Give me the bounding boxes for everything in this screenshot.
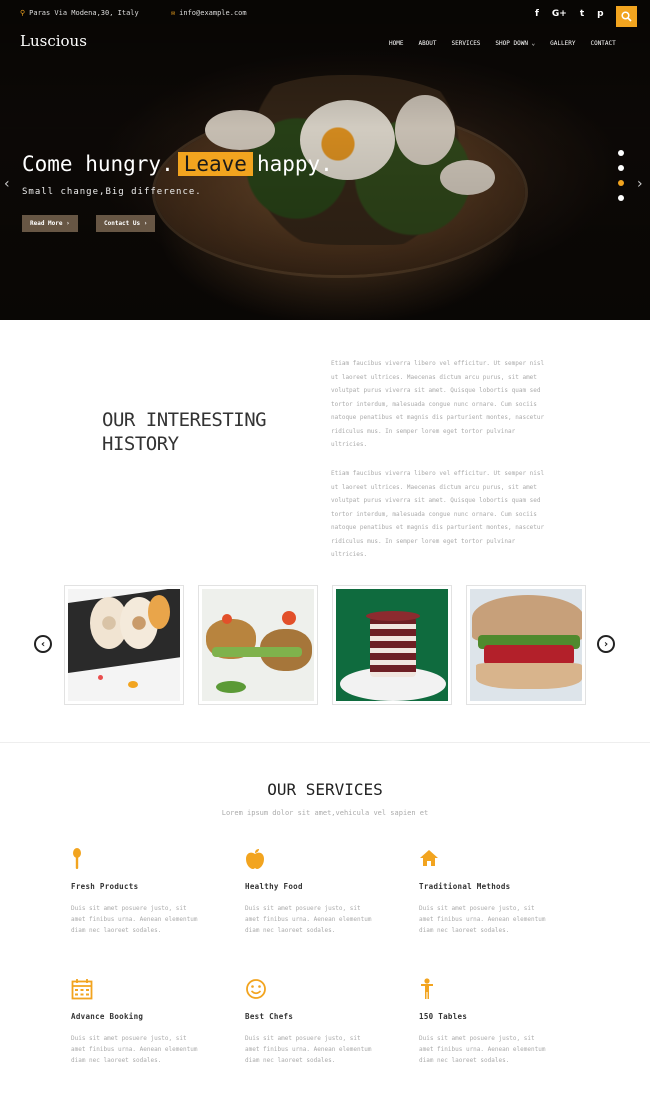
search-icon [621,11,632,22]
pinterest-icon[interactable]: p [597,9,603,19]
main-nav: HOME ABOUT SERVICES SHOP DOWN ⌄ GALLERY … [389,40,616,47]
apple-icon [245,848,375,872]
contact-us-button[interactable]: Contact Us › [96,215,156,232]
nav-gallery[interactable]: GALLERY [550,40,575,47]
person-icon [419,978,549,1002]
stacked-dish-image [336,589,448,701]
hero-title: Come hungry. Leave happy. [22,152,333,176]
email-info[interactable]: ✉ info@example.com [171,9,261,17]
nav-services[interactable]: SERVICES [452,40,481,47]
slider-dot[interactable] [618,195,624,201]
calendar-icon [71,978,201,1002]
slider-prev-icon[interactable]: ‹ [4,176,10,192]
gallery-prev-icon[interactable]: ‹ [34,635,52,653]
spoon-icon [71,848,201,872]
burger-image [470,589,582,701]
smile-icon [245,978,375,1002]
service-healthy-food: Healthy Food Duis sit amet posuere justo… [245,848,375,936]
slider-next-icon[interactable]: › [637,176,643,192]
gallery-item-donuts[interactable] [64,585,184,705]
service-best-chefs: Best Chefs Duis sit amet posuere justo, … [245,978,375,1066]
read-more-button[interactable]: Read More › [22,215,78,232]
service-150-tables: 150 Tables Duis sit amet posuere justo, … [419,978,549,1066]
hero-subtitle: Small change,Big difference. [22,187,202,197]
location-pin-icon: ⚲ [20,9,26,17]
service-fresh-products: Fresh Products Duis sit amet posuere jus… [71,848,201,936]
service-traditional-methods: Traditional Methods Duis sit amet posuer… [419,848,549,936]
sandwiches-image [202,589,314,701]
address-info: ⚲ Paras Via Modena,30, Italy [20,9,139,17]
service-advance-booking: Advance Booking Duis sit amet posuere ju… [71,978,201,1066]
gallery-item-sandwiches[interactable] [198,585,318,705]
nav-shop-down[interactable]: SHOP DOWN ⌄ [495,40,535,47]
hero-title-highlight: Leave [177,152,253,176]
gallery-item-burger[interactable] [466,585,586,705]
topbar-contact: ⚲ Paras Via Modena,30, Italy ✉ info@exampl… [20,9,275,17]
home-icon [419,848,549,872]
slider-dot-active[interactable] [618,180,624,186]
site-logo[interactable]: Luscious [20,32,87,50]
hero-slider: ⚲ Paras Via Modena,30, Italy ✉ info@exampl… [0,0,650,320]
services-subtitle: Lorem ipsum dolor sit amet,vehicula vel … [221,809,429,817]
google-plus-icon[interactable]: G+ [552,9,567,19]
slider-dot[interactable] [618,165,624,171]
mail-icon: ✉ [170,9,176,17]
donuts-image [68,589,180,701]
nav-home[interactable]: HOME [389,40,403,47]
nav-about[interactable]: ABOUT [418,40,436,47]
history-paragraph: Etiam faucibus viverra libero vel effici… [331,470,545,558]
slider-dots [618,150,624,201]
history-paragraph: Etiam faucibus viverra libero vel effici… [331,360,545,448]
nav-contact[interactable]: CONTACT [590,40,615,47]
slider-dot[interactable] [618,150,624,156]
services-heading: OUR SERVICES [267,780,383,799]
gallery-next-icon[interactable]: › [597,635,615,653]
search-button[interactable] [616,6,637,27]
social-links: f G+ t p [535,9,604,19]
twitter-icon[interactable]: t [580,9,584,19]
facebook-icon[interactable]: f [535,9,539,19]
history-heading: OUR INTERESTING HISTORY [102,409,267,455]
gallery-item-stack[interactable] [332,585,452,705]
